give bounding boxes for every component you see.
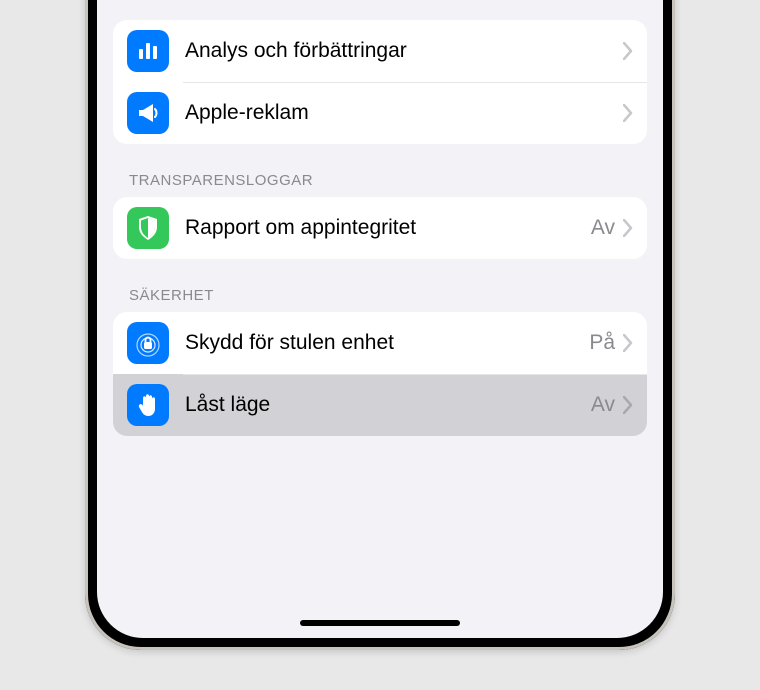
chevron-right-icon	[623, 334, 633, 352]
row-stolen-device-protection-label: Skydd för stulen enhet	[185, 331, 589, 355]
row-apple-advertising[interactable]: Apple-reklam	[113, 82, 647, 144]
row-analytics-label: Analys och förbättringar	[185, 39, 623, 63]
chevron-right-icon	[623, 219, 633, 237]
bars-icon	[127, 30, 169, 72]
section-header-transparency: Transparensloggar	[113, 144, 647, 197]
row-app-privacy-report[interactable]: Rapport om appintegritet Av	[113, 197, 647, 259]
chevron-right-icon	[623, 42, 633, 60]
home-indicator[interactable]	[300, 620, 460, 626]
settings-group-transparency: Rapport om appintegritet Av	[113, 197, 647, 259]
settings-group-privacy: Analys och förbättringar Apple-reklam	[113, 20, 647, 144]
settings-content: Analys och förbättringar Apple-reklam	[97, 0, 663, 436]
megaphone-icon	[127, 92, 169, 134]
lock-ripple-icon	[127, 322, 169, 364]
row-app-privacy-report-label: Rapport om appintegritet	[185, 216, 591, 240]
phone-frame: Analys och förbättringar Apple-reklam	[85, 0, 675, 650]
row-stolen-device-protection[interactable]: Skydd för stulen enhet På	[113, 312, 647, 374]
row-app-privacy-report-value: Av	[591, 216, 615, 240]
section-header-security: Säkerhet	[113, 259, 647, 312]
hand-icon	[127, 384, 169, 426]
screen: Analys och förbättringar Apple-reklam	[97, 0, 663, 638]
row-analytics[interactable]: Analys och förbättringar	[113, 20, 647, 82]
row-lockdown-mode[interactable]: Låst läge Av	[113, 374, 647, 436]
settings-group-security: Skydd för stulen enhet På Låst läge Av	[113, 312, 647, 436]
row-apple-advertising-label: Apple-reklam	[185, 101, 623, 125]
shield-icon	[127, 207, 169, 249]
chevron-right-icon	[623, 396, 633, 414]
row-stolen-device-protection-value: På	[589, 331, 615, 355]
chevron-right-icon	[623, 104, 633, 122]
row-lockdown-mode-label: Låst läge	[185, 393, 591, 417]
row-lockdown-mode-value: Av	[591, 393, 615, 417]
